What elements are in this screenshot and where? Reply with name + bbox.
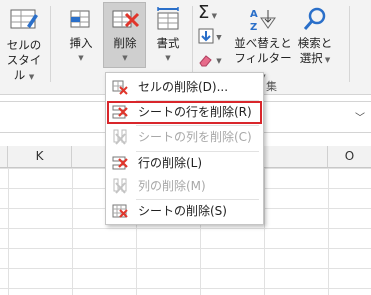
delete-columns-icon [113, 178, 127, 194]
menu-item-label: シートの削除(S) [138, 204, 227, 218]
delete-sheet-icon [112, 204, 128, 218]
editing-group-label: 集 [266, 80, 277, 93]
svg-text:A: A [250, 9, 258, 20]
menu-item-delete-columns[interactable]: 列の削除(M) [106, 175, 263, 198]
delete-cells-icon [112, 10, 140, 28]
insert-cells-icon [70, 10, 90, 28]
autosum-caret-icon: ▼ [209, 12, 217, 20]
fill-down-icon [198, 28, 214, 44]
menu-item-delete-sheet-rows[interactable]: シートの行を削除(R) [107, 101, 262, 124]
sort-az-icon: A Z [250, 9, 276, 32]
format-label: 書式 [156, 36, 180, 50]
format-cells-icon [157, 7, 179, 30]
column-header[interactable] [264, 146, 328, 167]
insert-button[interactable]: 挿入 ▼ [62, 4, 100, 70]
find-select-label-2: 選択 ▼ [299, 51, 331, 65]
group-separator [192, 6, 193, 82]
magnifier-icon [303, 7, 326, 30]
delete-caret-icon: ▼ [122, 54, 128, 62]
eraser-icon [199, 54, 212, 66]
menu-item-delete-rows[interactable]: 行の削除(L) [106, 152, 263, 175]
menu-item-label: セルの削除(D)... [138, 80, 229, 94]
delete-dropdown-menu: セルの削除(D)... シートの行を削除(R) シートの列を削除(C) 行の削除… [105, 72, 264, 225]
menu-item-delete-sheet[interactable]: シートの削除(S) [106, 200, 263, 223]
cell-styles-label-1: セルの [6, 38, 42, 52]
delete-sheet-rows-icon [112, 105, 128, 119]
insert-label: 挿入 [69, 36, 93, 50]
delete-label: 削除 [113, 36, 137, 50]
sort-filter-button[interactable]: A Z 並べ替えと フィルター ▼ [234, 4, 292, 81]
fill-caret-icon: ▼ [214, 33, 222, 42]
menu-item-delete-cells[interactable]: セルの削除(D)... [106, 76, 263, 99]
group-separator [349, 6, 350, 82]
cell-styles-label-2: スタイル ▼ [6, 53, 42, 82]
column-header-o[interactable]: O [328, 146, 371, 167]
group-separator [50, 6, 51, 82]
format-caret-icon: ▼ [165, 54, 171, 62]
menu-item-label: 列の削除(M) [138, 179, 206, 193]
autosum-button[interactable]: Σ ▼ [198, 4, 228, 24]
column-header-k[interactable]: K [8, 146, 72, 167]
format-button[interactable]: 書式 ▼ [148, 4, 188, 70]
autosum-icon: Σ [198, 2, 210, 23]
fill-button[interactable]: ▼ [198, 28, 228, 48]
svg-text:Z: Z [250, 22, 257, 32]
menu-item-label: 行の削除(L) [138, 156, 203, 170]
column-header[interactable] [0, 146, 8, 167]
menu-item-delete-sheet-columns[interactable]: シートの列を削除(C) [106, 126, 263, 149]
find-select-label-1: 検索と [297, 36, 333, 50]
chevron-down-icon[interactable]: ﹀ [355, 109, 365, 124]
cell-styles-button[interactable]: セルの スタイル ▼ [2, 4, 46, 82]
delete-button[interactable]: 削除 ▼ [105, 4, 145, 68]
delete-sheet-columns-icon [113, 129, 127, 145]
menu-item-label: シートの行を削除(R) [138, 105, 252, 119]
clear-button[interactable]: ▼ [198, 52, 228, 72]
clear-caret-icon: ▼ [214, 57, 222, 65]
insert-caret-icon: ▼ [78, 54, 84, 62]
sort-filter-label-1: 並べ替えと [234, 36, 292, 50]
find-select-button[interactable]: 検索と 選択 ▼ [292, 4, 338, 74]
cell-styles-icon [10, 9, 38, 29]
delete-rows-icon [112, 156, 128, 170]
menu-item-label: シートの列を削除(C) [138, 130, 252, 144]
delete-cells-icon [112, 80, 128, 95]
